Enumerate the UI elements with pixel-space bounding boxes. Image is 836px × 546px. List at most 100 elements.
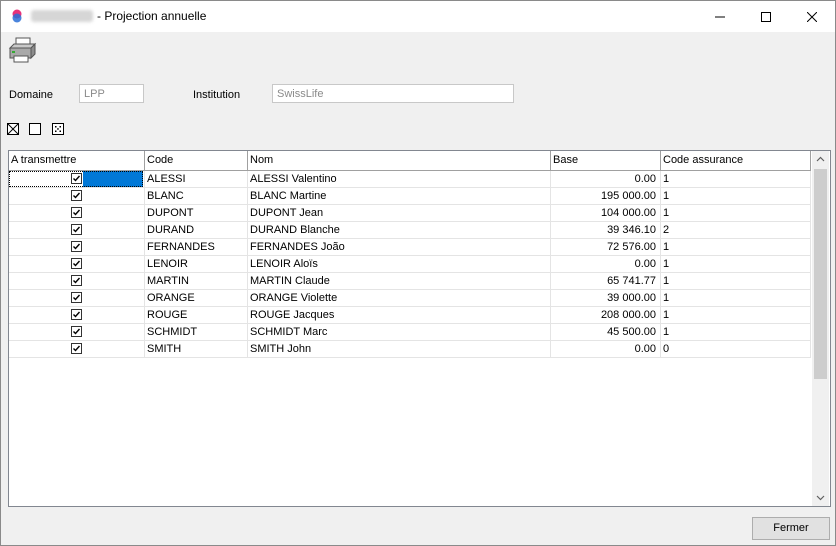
transmit-checkbox[interactable] [71,292,82,303]
transmit-checkbox[interactable] [71,190,82,201]
minimize-button[interactable] [697,1,743,32]
projection-grid[interactable]: A transmettre Code Nom Base Code assuran… [8,150,831,507]
code-assurance-cell[interactable]: 1 [661,307,811,324]
nom-cell[interactable]: ALESSI Valentino [248,171,551,188]
table-row[interactable]: SMITH SMITH John 0.00 0 [9,341,811,358]
app-logo-icon [12,9,22,23]
base-cell[interactable]: 104 000.00 [551,205,661,222]
code-assurance-cell[interactable]: 1 [661,273,811,290]
code-cell[interactable]: LENOIR [145,256,248,273]
maximize-icon [761,11,771,22]
header-nom[interactable]: Nom [248,151,551,170]
printer-icon[interactable] [7,36,37,64]
code-assurance-cell[interactable]: 0 [661,341,811,358]
code-assurance-cell[interactable]: 1 [661,205,811,222]
code-assurance-cell[interactable]: 1 [661,290,811,307]
transmit-checkbox[interactable] [71,173,82,184]
transmit-checkbox[interactable] [71,241,82,252]
a-transmettre-cell[interactable] [9,256,145,273]
code-cell[interactable]: ALESSI [145,171,248,188]
header-code[interactable]: Code [145,151,248,170]
scroll-down-icon[interactable] [812,489,829,506]
base-cell[interactable]: 0.00 [551,256,661,273]
code-cell[interactable]: DUPONT [145,205,248,222]
transmit-checkbox[interactable] [71,343,82,354]
a-transmettre-cell[interactable] [9,171,145,188]
a-transmettre-cell[interactable] [9,341,145,358]
nom-cell[interactable]: MARTIN Claude [248,273,551,290]
base-cell[interactable]: 39 000.00 [551,290,661,307]
a-transmettre-cell[interactable] [9,239,145,256]
transmit-checkbox[interactable] [71,224,82,235]
table-row[interactable]: FERNANDES FERNANDES João 72 576.00 1 [9,239,811,256]
a-transmettre-cell[interactable] [9,307,145,324]
nom-cell[interactable]: ORANGE Violette [248,290,551,307]
base-cell[interactable]: 0.00 [551,341,661,358]
vertical-scrollbar[interactable] [812,151,829,506]
select-none-icon[interactable] [29,123,41,135]
code-cell[interactable]: ORANGE [145,290,248,307]
code-cell[interactable]: ROUGE [145,307,248,324]
base-cell[interactable]: 208 000.00 [551,307,661,324]
a-transmettre-cell[interactable] [9,205,145,222]
table-row[interactable]: LENOIR LENOIR Aloïs 0.00 1 [9,256,811,273]
table-row[interactable]: SCHMIDT SCHMIDT Marc 45 500.00 1 [9,324,811,341]
base-cell[interactable]: 195 000.00 [551,188,661,205]
transmit-checkbox[interactable] [71,275,82,286]
code-assurance-cell[interactable]: 1 [661,188,811,205]
a-transmettre-cell[interactable] [9,222,145,239]
a-transmettre-cell[interactable] [9,188,145,205]
nom-cell[interactable]: DURAND Blanche [248,222,551,239]
code-assurance-cell[interactable]: 1 [661,324,811,341]
header-code-assurance[interactable]: Code assurance [661,151,811,170]
code-cell[interactable]: FERNANDES [145,239,248,256]
base-cell[interactable]: 65 741.77 [551,273,661,290]
base-cell[interactable]: 0.00 [551,171,661,188]
code-cell[interactable]: SCHMIDT [145,324,248,341]
scroll-up-icon[interactable] [812,151,829,168]
header-base[interactable]: Base [551,151,661,170]
maximize-button[interactable] [743,1,789,32]
transmit-checkbox[interactable] [71,207,82,218]
invert-selection-icon[interactable] [52,123,64,135]
code-assurance-cell[interactable]: 2 [661,222,811,239]
base-cell[interactable]: 45 500.00 [551,324,661,341]
institution-field[interactable]: SwissLife [272,84,514,103]
table-row[interactable]: MARTIN MARTIN Claude 65 741.77 1 [9,273,811,290]
nom-cell[interactable]: SMITH John [248,341,551,358]
table-row[interactable]: DURAND DURAND Blanche 39 346.10 2 [9,222,811,239]
a-transmettre-cell[interactable] [9,290,145,307]
code-cell[interactable]: BLANC [145,188,248,205]
table-row[interactable]: ORANGE ORANGE Violette 39 000.00 1 [9,290,811,307]
code-cell[interactable]: MARTIN [145,273,248,290]
code-cell[interactable]: SMITH [145,341,248,358]
table-row[interactable]: ALESSI ALESSI Valentino 0.00 1 [9,171,811,188]
transmit-checkbox[interactable] [71,309,82,320]
code-cell[interactable]: DURAND [145,222,248,239]
nom-cell[interactable]: DUPONT Jean [248,205,551,222]
scrollbar-thumb[interactable] [814,169,827,379]
base-cell[interactable]: 39 346.10 [551,222,661,239]
code-assurance-cell[interactable]: 1 [661,171,811,188]
table-row[interactable]: BLANC BLANC Martine 195 000.00 1 [9,188,811,205]
nom-cell[interactable]: FERNANDES João [248,239,551,256]
nom-cell[interactable]: LENOIR Aloïs [248,256,551,273]
nom-cell[interactable]: BLANC Martine [248,188,551,205]
select-all-icon[interactable] [7,123,19,135]
nom-cell[interactable]: ROUGE Jacques [248,307,551,324]
base-cell[interactable]: 72 576.00 [551,239,661,256]
domaine-field[interactable]: LPP [79,84,144,103]
transmit-checkbox[interactable] [71,258,82,269]
transmit-checkbox[interactable] [71,326,82,337]
table-row[interactable]: ROUGE ROUGE Jacques 208 000.00 1 [9,307,811,324]
code-assurance-cell[interactable]: 1 [661,256,811,273]
close-window-button[interactable] [789,1,835,32]
a-transmettre-cell[interactable] [9,273,145,290]
nom-cell[interactable]: SCHMIDT Marc [248,324,551,341]
code-assurance-cell[interactable]: 1 [661,239,811,256]
a-transmettre-cell[interactable] [9,324,145,341]
table-row[interactable]: DUPONT DUPONT Jean 104 000.00 1 [9,205,811,222]
fermer-button[interactable]: Fermer [752,517,830,540]
minimize-icon [715,16,725,17]
header-a-transmettre[interactable]: A transmettre [9,151,145,170]
